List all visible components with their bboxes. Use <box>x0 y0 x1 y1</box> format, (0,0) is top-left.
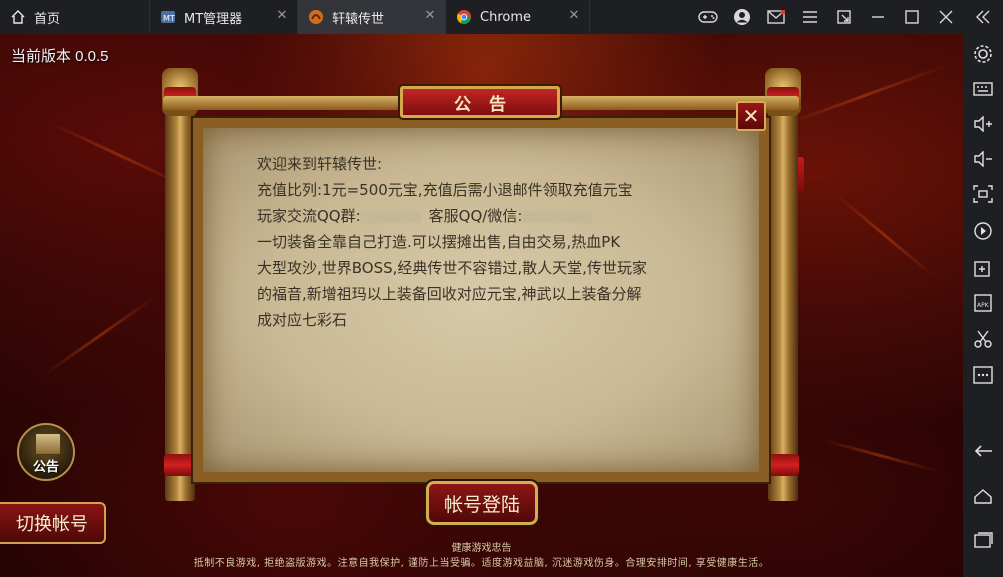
service-qq-label: 客服QQ/微信: <box>428 207 523 225</box>
tab-label: MT管理器 <box>184 11 243 27</box>
version-label: 当前版本 0.0.5 <box>11 48 109 65</box>
close-icon[interactable]: ✕ <box>275 9 289 23</box>
more-icon[interactable] <box>963 360 1003 390</box>
tab-mt-manager[interactable]: MT MT管理器 ✕ <box>150 0 298 34</box>
notice-line: 成对应七彩石 <box>257 311 348 329</box>
notice-shortcut-label: 公告 <box>32 460 59 475</box>
notice-line: 大型攻沙,世界BOSS,经典传世不容错过,散人天堂,传世玩家 <box>257 259 647 277</box>
left-pillar-band <box>164 454 196 476</box>
notice-line: 玩家交流QQ群: 客服QQ/微信: <box>257 203 697 229</box>
collapse-sidebar-icon[interactable] <box>963 0 1003 34</box>
title-bar: 首页 MT MT管理器 ✕ 轩辕传世 ✕ Chrome ✕ <box>0 0 1003 34</box>
notice-title: 公告 <box>454 94 524 115</box>
game-screen[interactable]: 当前版本 0.0.5 公告 ✕ 欢迎来到轩辕传世: 充值比列:1元=500元宝,… <box>0 34 963 577</box>
user-icon[interactable] <box>725 0 759 34</box>
mt-app-icon: MT <box>160 9 176 25</box>
switch-account-button[interactable]: 切换帐号 <box>0 502 106 544</box>
rotate-icon[interactable] <box>963 216 1003 246</box>
notice-line: 一切装备全靠自己打造.可以摆摊出售,自由交易,热血PK <box>257 233 621 251</box>
notice-close-button[interactable]: ✕ <box>736 101 766 131</box>
notice-header: 公告 <box>400 86 560 118</box>
notice-line: 的福音,新增祖玛以上装备回收对应元宝,神武以上装备分解 <box>257 285 642 303</box>
right-pillar <box>768 108 798 501</box>
maximize-icon[interactable] <box>895 0 929 34</box>
emulator-window: 首页 MT MT管理器 ✕ 轩辕传世 ✕ Chrome ✕ APK 当前版本 0… <box>0 0 1003 577</box>
tab-game[interactable]: 轩辕传世 ✕ <box>298 0 446 34</box>
account-login-button[interactable]: 帐号登陆 <box>426 481 538 525</box>
health-advisory-text: 抵制不良游戏, 拒绝盗版游戏。注意自我保护, 谨防上当受骗。适度游戏益脑, 沉迷… <box>193 558 770 569</box>
notice-line: 欢迎来到轩辕传世: <box>257 155 383 173</box>
settings-icon[interactable] <box>963 39 1003 69</box>
close-icon[interactable]: ✕ <box>423 9 437 23</box>
lava-crack <box>821 438 939 473</box>
svg-text:MT: MT <box>163 14 175 23</box>
tab-label: 首页 <box>34 11 61 27</box>
menu-icon[interactable] <box>793 0 827 34</box>
apk-icon[interactable]: APK <box>963 288 1003 318</box>
close-icon[interactable]: ✕ <box>567 9 581 23</box>
window-controls <box>691 0 1003 34</box>
close-icon[interactable] <box>929 0 963 34</box>
back-icon[interactable] <box>963 436 1003 466</box>
redacted-text <box>522 210 593 223</box>
keyboard-icon[interactable] <box>963 74 1003 104</box>
lava-crack <box>834 192 936 279</box>
scroll-icon <box>35 433 61 455</box>
lava-crack <box>41 294 159 377</box>
tab-label: 轩辕传世 <box>332 11 385 27</box>
home-icon <box>10 9 26 25</box>
chrome-icon <box>456 9 472 25</box>
left-pillar <box>165 108 195 501</box>
home-icon[interactable] <box>963 481 1003 511</box>
qq-group-label: 玩家交流QQ群: <box>257 207 361 225</box>
close-icon: ✕ <box>742 104 760 128</box>
notice-line: 充值比列:1元=500元宝,充值后需小退邮件领取充值元宝 <box>257 181 633 199</box>
scissors-icon[interactable] <box>963 324 1003 354</box>
svg-text:APK: APK <box>977 302 990 309</box>
notice-content: 欢迎来到轩辕传世: 充值比列:1元=500元宝,充值后需小退邮件领取充值元宝 玩… <box>257 151 697 333</box>
volume-up-icon[interactable] <box>963 109 1003 139</box>
notice-shortcut-button[interactable]: 公告 <box>17 423 75 481</box>
minimize-icon[interactable] <box>861 0 895 34</box>
redacted-text <box>360 210 421 223</box>
screenshot-icon[interactable] <box>963 179 1003 209</box>
gamepad-icon[interactable] <box>691 0 725 34</box>
game-app-icon <box>308 9 324 25</box>
lava-crack <box>784 65 946 126</box>
tab-chrome[interactable]: Chrome ✕ <box>446 0 590 34</box>
volume-down-icon[interactable] <box>963 144 1003 174</box>
tab-label: Chrome <box>480 9 531 25</box>
mail-icon[interactable] <box>759 0 793 34</box>
emulator-sidebar: APK <box>963 34 1003 577</box>
recents-icon[interactable] <box>963 525 1003 555</box>
pin-icon[interactable] <box>827 0 861 34</box>
health-advisory-title: 健康游戏忠告 <box>451 543 512 554</box>
tab-home[interactable]: 首页 <box>0 0 150 34</box>
add-app-icon[interactable] <box>963 253 1003 283</box>
right-pillar-band <box>767 454 799 476</box>
